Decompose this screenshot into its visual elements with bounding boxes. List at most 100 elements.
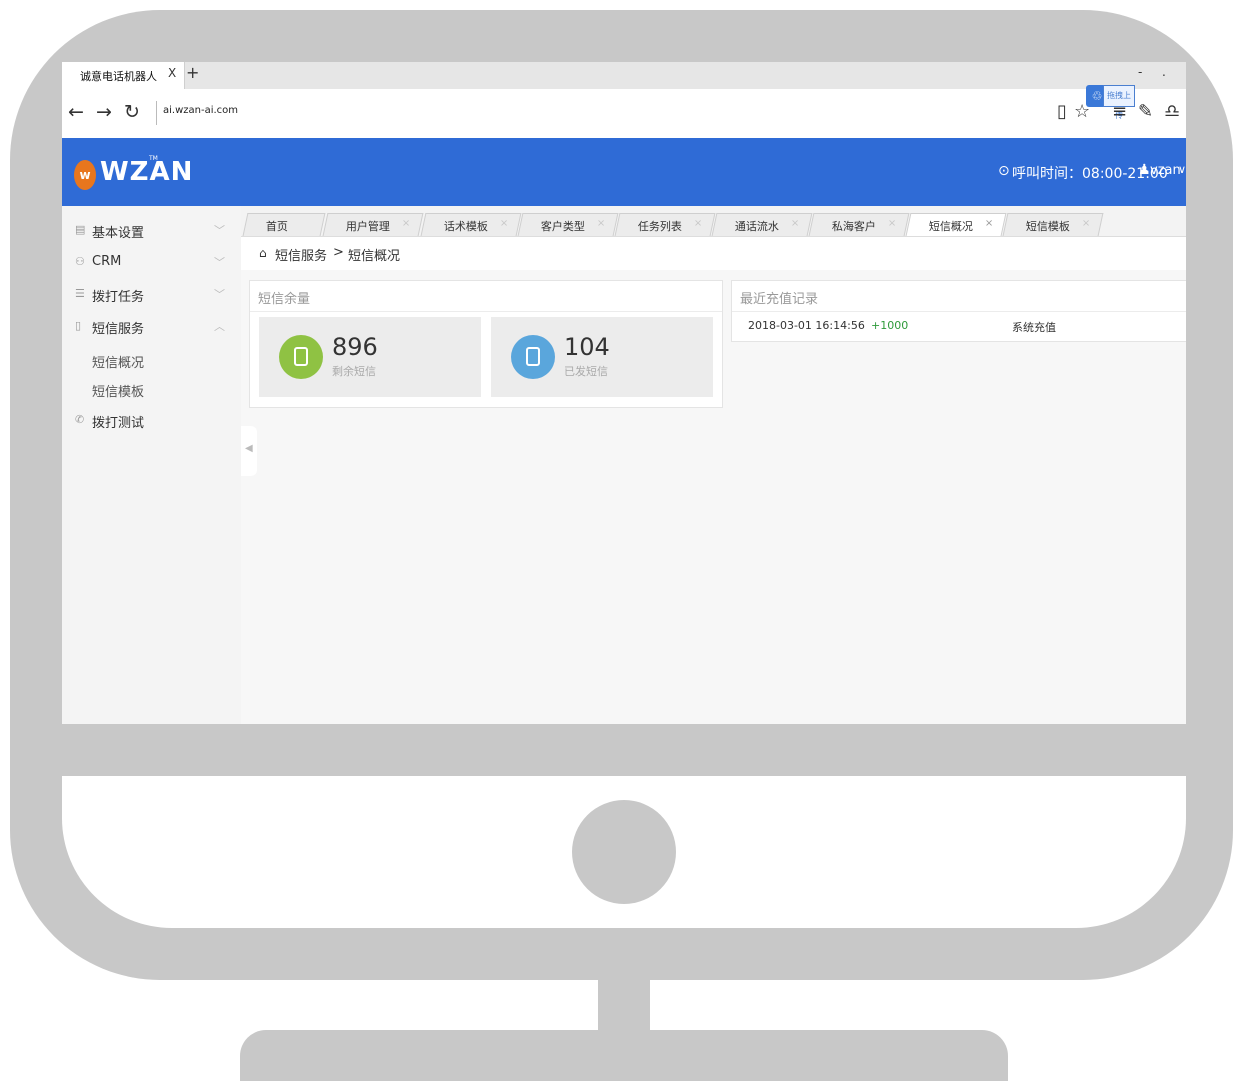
tab-close-icon[interactable]: × bbox=[1082, 218, 1090, 229]
tab-task-list[interactable]: 任务列表 × bbox=[614, 213, 716, 236]
tab-close-icon[interactable]: × bbox=[888, 218, 896, 229]
back-arrow-icon[interactable]: ← bbox=[68, 101, 84, 123]
sidebar-subitem-sms-template[interactable]: 短信模板 bbox=[92, 381, 144, 400]
panel-title: 最近充值记录 bbox=[740, 292, 819, 307]
logo-text: WZAN bbox=[100, 157, 194, 187]
sidebar-item-label: 拨打任务 bbox=[92, 290, 145, 305]
remaining-sms-count: 896 bbox=[332, 333, 378, 361]
sidebar-collapse-handle[interactable]: ◀ bbox=[241, 426, 257, 476]
sidebar: ▤ 基本设置 ﹀ ⚇ CRM ﹀ ☰ 拨打任务 ﹀ ▯ 短信服务 ︿ 短信概况 … bbox=[62, 206, 241, 724]
sidebar-item-label: 拨打测试 bbox=[92, 416, 145, 431]
tab-close-icon[interactable]: × bbox=[402, 218, 410, 229]
tab-close-icon[interactable]: × bbox=[985, 218, 993, 229]
recharge-records-panel: 最近充值记录 2018-03-01 16:14:56 +1000 系统充值 bbox=[731, 280, 1186, 342]
address-divider bbox=[156, 101, 157, 125]
logo-trademark: TM bbox=[149, 155, 158, 162]
tab-label: 通话流水 bbox=[734, 220, 779, 233]
tab-label: 话术模板 bbox=[443, 220, 488, 233]
browser-tab-close-icon[interactable]: X bbox=[168, 66, 176, 80]
sidebar-item-crm[interactable]: ⚇ CRM ﹀ bbox=[62, 246, 241, 278]
tab-label: 短信模板 bbox=[1025, 220, 1070, 233]
tab-script-template[interactable]: 话术模板 × bbox=[420, 213, 522, 236]
breadcrumb-parent[interactable]: 短信服务 bbox=[275, 245, 327, 264]
sidebar-item-basic-settings[interactable]: ▤ 基本设置 ﹀ bbox=[62, 214, 241, 246]
address-bar: ← → ↻ ai.wzan-ai.com ▯ ☆ ♲ 拖拽上传 ≡ ✎ ♎ bbox=[62, 85, 1186, 139]
refresh-icon[interactable]: ↻ bbox=[124, 101, 140, 123]
sent-sms-label: 已发短信 bbox=[564, 365, 608, 378]
home-icon[interactable]: ⌂ bbox=[259, 246, 267, 260]
sent-phone-icon bbox=[511, 335, 555, 379]
tab-label: 首页 bbox=[265, 220, 288, 233]
panel-title: 短信余量 bbox=[258, 292, 311, 307]
sidebar-subitem-sms-overview[interactable]: 短信概况 bbox=[92, 352, 144, 371]
username[interactable]: vzan bbox=[1150, 163, 1181, 178]
monitor-base bbox=[240, 1030, 1008, 1081]
record-time: 2018-03-01 16:14:56 bbox=[748, 319, 865, 332]
menu-icon[interactable]: ≡ bbox=[1112, 101, 1127, 122]
sidebar-item-dial-test[interactable]: ✆ 拨打测试 bbox=[62, 404, 241, 436]
sidebar-item-label: 基本设置 bbox=[92, 226, 145, 241]
new-tab-button[interactable]: + bbox=[186, 63, 199, 82]
remaining-sms-label: 剩余短信 bbox=[332, 365, 376, 378]
power-button bbox=[572, 800, 676, 904]
panel-divider bbox=[250, 311, 722, 312]
tab-label: 用户管理 bbox=[345, 220, 390, 233]
tab-sms-template[interactable]: 短信模板 × bbox=[1002, 213, 1104, 236]
sidebar-item-label: 短信服务 bbox=[92, 322, 145, 337]
maximize-button[interactable]: . bbox=[1162, 65, 1166, 79]
tab-sms-overview[interactable]: 短信概况 × bbox=[905, 213, 1007, 236]
chevron-down-icon: ﹀ bbox=[214, 224, 225, 237]
chevron-down-icon[interactable]: ∨ bbox=[1178, 163, 1186, 176]
page-tab-bar: 首页 用户管理 × 话术模板 × 客户类型 × 任务列表 × 通话流水 × 私海… bbox=[241, 206, 1186, 237]
breadcrumb-current: 短信概况 bbox=[348, 249, 401, 264]
reader-icon[interactable]: ▯ bbox=[1057, 101, 1067, 122]
sidebar-item-dial-tasks[interactable]: ☰ 拨打任务 ﹀ bbox=[62, 278, 241, 310]
tab-close-icon[interactable]: × bbox=[694, 218, 702, 229]
sidebar-item-label: CRM bbox=[92, 254, 122, 269]
user-icon: ♟ bbox=[1138, 162, 1151, 178]
notification-icon[interactable]: ♎ bbox=[1164, 101, 1180, 122]
breadcrumb: ⌂ 短信服务 > 短信概况 bbox=[241, 237, 1186, 270]
chevron-left-icon: ◀ bbox=[245, 443, 253, 454]
tab-private-customers[interactable]: 私海客户 × bbox=[808, 213, 910, 236]
tab-user-management[interactable]: 用户管理 × bbox=[322, 213, 424, 236]
tab-close-icon[interactable]: × bbox=[500, 218, 508, 229]
settings-icon: ▤ bbox=[75, 223, 86, 236]
main-content: 首页 用户管理 × 话术模板 × 客户类型 × 任务列表 × 通话流水 × 私海… bbox=[241, 206, 1186, 724]
sms-balance-panel: 短信余量 896 剩余短信 104 已发短信 bbox=[249, 280, 723, 408]
remaining-sms-card: 896 剩余短信 bbox=[259, 317, 481, 397]
chevron-down-icon: ﹀ bbox=[214, 256, 225, 269]
browser-tab[interactable]: 诚意电话机器人 X bbox=[62, 62, 185, 89]
pen-icon[interactable]: ✎ bbox=[1138, 101, 1153, 122]
breadcrumb-separator: > bbox=[333, 245, 344, 260]
tab-label: 客户类型 bbox=[540, 220, 585, 233]
minimize-button[interactable]: - bbox=[1138, 65, 1142, 79]
tab-customer-type[interactable]: 客户类型 × bbox=[517, 213, 619, 236]
browser-tab-strip: 诚意电话机器人 X + - . bbox=[62, 62, 1186, 89]
chevron-down-icon: ﹀ bbox=[214, 288, 225, 301]
remaining-phone-icon bbox=[279, 335, 323, 379]
sent-sms-card: 104 已发短信 bbox=[491, 317, 713, 397]
clock-icon: ⊙ bbox=[998, 163, 1010, 179]
tab-close-icon[interactable]: × bbox=[597, 218, 605, 229]
tab-label: 短信概况 bbox=[928, 220, 973, 233]
tab-close-icon[interactable]: × bbox=[791, 218, 799, 229]
list-icon: ☰ bbox=[75, 287, 85, 300]
sidebar-item-sms-service[interactable]: ▯ 短信服务 ︿ bbox=[62, 310, 241, 342]
monitor-neck bbox=[598, 978, 650, 1034]
chevron-up-icon: ︿ bbox=[214, 320, 225, 333]
logo-badge-icon: w bbox=[74, 160, 96, 190]
tab-label: 任务列表 bbox=[637, 220, 682, 233]
forward-arrow-icon[interactable]: → bbox=[96, 101, 112, 123]
tab-label: 私海客户 bbox=[831, 220, 876, 233]
url-field[interactable]: ai.wzan-ai.com bbox=[163, 105, 238, 116]
users-icon: ⚇ bbox=[75, 255, 85, 268]
browser-tab-title: 诚意电话机器人 bbox=[80, 70, 157, 83]
call-icon: ✆ bbox=[75, 413, 85, 426]
screen: 诚意电话机器人 X + - . ← → ↻ ai.wzan-ai.com ▯ ☆… bbox=[62, 62, 1186, 724]
tab-home[interactable]: 首页 bbox=[242, 213, 326, 236]
record-amount: +1000 bbox=[871, 319, 909, 332]
record-type: 系统充值 bbox=[1012, 321, 1056, 334]
sent-sms-count: 104 bbox=[564, 333, 610, 361]
tab-call-records[interactable]: 通话流水 × bbox=[711, 213, 813, 236]
